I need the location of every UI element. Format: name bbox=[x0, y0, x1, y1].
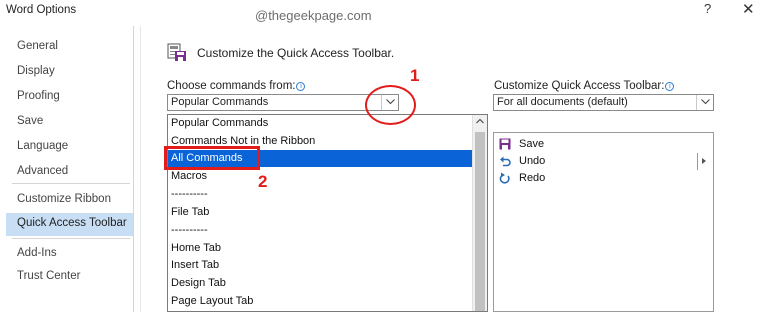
sidebar-item-general[interactable]: General bbox=[6, 36, 133, 59]
split-separator bbox=[697, 153, 698, 170]
info-icon: i bbox=[665, 82, 675, 91]
customize-toolbar-dropdown[interactable]: For all documents (default) bbox=[493, 94, 714, 111]
redo-icon bbox=[499, 172, 510, 184]
list-item[interactable]: Save bbox=[494, 136, 713, 153]
expand-arrow-icon[interactable] bbox=[702, 158, 706, 164]
help-button[interactable]: ? bbox=[704, 1, 711, 16]
dropdown-option-popular-commands[interactable]: Popular Commands bbox=[168, 115, 473, 132]
sidebar-item-trust-center[interactable]: Trust Center bbox=[6, 266, 133, 289]
chevron-up-icon[interactable] bbox=[476, 118, 484, 124]
customize-toolbar-value: For all documents (default) bbox=[497, 96, 628, 108]
dropdown-separator: ---------- bbox=[171, 224, 208, 236]
section-heading: Customize the Quick Access Toolbar. bbox=[197, 46, 395, 60]
sidebar-item-advanced[interactable]: Advanced bbox=[6, 161, 133, 184]
dropdown-option-macros[interactable]: Macros bbox=[168, 168, 473, 185]
toolbar-commands-list[interactable]: Save Undo Redo bbox=[493, 132, 714, 312]
undo-icon bbox=[500, 156, 511, 167]
scrollbar-thumb[interactable] bbox=[475, 132, 485, 311]
list-item[interactable]: Undo bbox=[494, 153, 713, 170]
list-item[interactable]: Redo bbox=[494, 170, 713, 187]
sidebar-item-proofing[interactable]: Proofing bbox=[6, 86, 133, 109]
dropdown-separator: ---------- bbox=[171, 188, 208, 200]
annotation-highlight-box bbox=[164, 146, 260, 170]
sidebar-divider bbox=[12, 238, 130, 239]
close-button[interactable]: ✕ bbox=[742, 0, 755, 18]
dropdown-scrollbar[interactable] bbox=[472, 115, 487, 311]
sidebar-item-quick-access-toolbar[interactable]: Quick Access Toolbar bbox=[6, 213, 133, 236]
options-sidebar: General Display Proofing Save Language A… bbox=[6, 26, 134, 312]
list-item-label: Save bbox=[519, 138, 545, 150]
chevron-down-icon bbox=[701, 99, 710, 105]
dropdown-option-page-layout-tab[interactable]: Page Layout Tab bbox=[168, 293, 473, 310]
commands-dropdown-list[interactable]: Popular Commands Commands Not in the Rib… bbox=[167, 114, 488, 312]
watermark: @thegeekpage.com bbox=[255, 8, 372, 23]
dropdown-option-file-tab[interactable]: File Tab bbox=[168, 204, 473, 221]
dropdown-option-design-tab[interactable]: Design Tab bbox=[168, 275, 473, 292]
sidebar-divider bbox=[12, 183, 130, 184]
annotation-circle bbox=[365, 85, 416, 125]
dropdown-arrow-button[interactable] bbox=[696, 95, 713, 110]
window-title: Word Options bbox=[6, 4, 77, 16]
sidebar-item-customize-ribbon[interactable]: Customize Ribbon bbox=[6, 189, 133, 212]
dropdown-option-insert-tab[interactable]: Insert Tab bbox=[168, 257, 473, 274]
choose-commands-label-text: Choose commands from: bbox=[167, 80, 296, 92]
quick-access-toolbar-icon bbox=[167, 43, 186, 61]
sidebar-item-display[interactable]: Display bbox=[6, 61, 133, 84]
list-item-label: Redo bbox=[519, 172, 546, 184]
sidebar-item-add-ins[interactable]: Add-Ins bbox=[6, 243, 133, 266]
dropdown-option-home-tab[interactable]: Home Tab bbox=[168, 240, 473, 257]
choose-commands-label: Choose commands from: i bbox=[167, 80, 306, 92]
choose-commands-value: Popular Commands bbox=[171, 96, 269, 108]
info-icon: i bbox=[296, 82, 306, 91]
annotation-step-2: 2 bbox=[258, 172, 268, 191]
sidebar-item-language[interactable]: Language bbox=[6, 136, 133, 159]
title-bar: Word Options @thegeekpage.com ? ✕ bbox=[0, 0, 768, 26]
annotation-step-1: 1 bbox=[410, 66, 420, 85]
save-icon bbox=[499, 138, 511, 150]
sidebar-item-save[interactable]: Save bbox=[6, 111, 133, 134]
customize-toolbar-label: Customize Quick Access Toolbar: i bbox=[494, 80, 675, 92]
list-item-label: Undo bbox=[519, 155, 546, 167]
customize-toolbar-label-text: Customize Quick Access Toolbar: bbox=[494, 80, 665, 92]
